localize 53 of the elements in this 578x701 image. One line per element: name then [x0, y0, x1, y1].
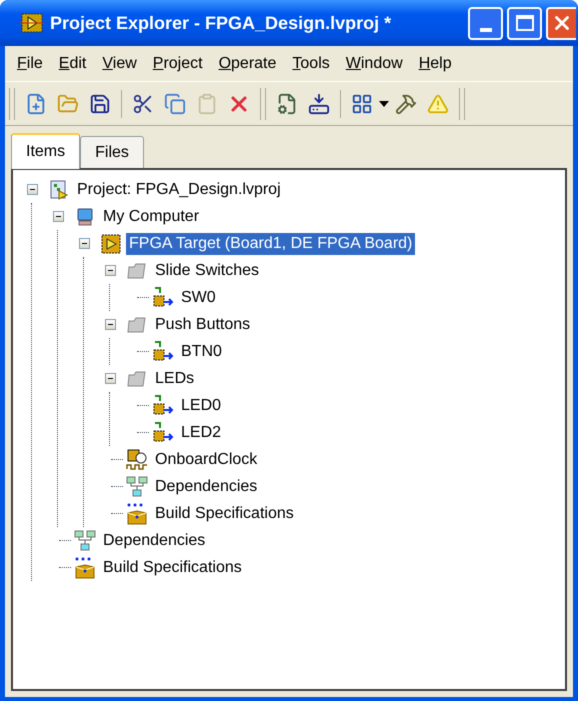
tree-item[interactable]: BTN0	[178, 340, 225, 362]
tree-item[interactable]: Build Specifications	[100, 556, 245, 578]
tree-item[interactable]: Project: FPGA_Design.lvproj	[74, 178, 284, 200]
io-chip-icon	[150, 286, 174, 310]
tree-item[interactable]: Dependencies	[152, 476, 260, 498]
tree-item[interactable]: OnboardClock	[152, 448, 260, 470]
folder-icon	[126, 314, 148, 334]
io-chip-icon	[150, 394, 174, 418]
tree-item[interactable]: FPGA Target (Board1, DE FPGA Board)	[126, 232, 416, 254]
chip-icon	[100, 232, 122, 254]
menu-item[interactable]: File	[9, 52, 51, 76]
menu-item[interactable]: Window	[338, 52, 411, 76]
clock-chip-icon	[124, 448, 148, 472]
collapse-toggle[interactable]	[78, 238, 90, 249]
menu-item[interactable]: Help	[410, 52, 460, 76]
caret-icon[interactable]	[379, 100, 389, 106]
collapse-toggle[interactable]	[104, 265, 116, 276]
menu-item[interactable]: View	[94, 52, 145, 76]
computer-icon	[74, 206, 94, 226]
folder-icon	[126, 368, 148, 388]
tree-item[interactable]: LEDs	[152, 368, 198, 390]
network-icon	[124, 474, 148, 498]
network-icon	[72, 528, 96, 552]
menu-item[interactable]: Operate	[210, 52, 284, 76]
collapse-toggle[interactable]	[104, 319, 116, 330]
io-chip-icon	[150, 420, 174, 444]
tree-item[interactable]: Build Specifications	[152, 502, 297, 524]
collapse-toggle[interactable]	[52, 211, 64, 222]
project-icon	[48, 180, 68, 200]
window-title: Project Explorer - FPGA_Design.lvproj *	[50, 12, 392, 35]
tree-item[interactable]: Push Buttons	[152, 314, 254, 336]
folder-icon	[126, 260, 148, 280]
tab[interactable]: Items	[11, 133, 80, 169]
tree-item[interactable]: Dependencies	[100, 530, 208, 552]
menu-item[interactable]: Project	[144, 52, 211, 76]
tree-item[interactable]: LED0	[178, 394, 224, 416]
tab[interactable]: Files	[80, 136, 144, 168]
box-icon	[72, 556, 96, 580]
close-button[interactable]	[546, 6, 576, 40]
tree-item[interactable]: Slide Switches	[152, 260, 262, 282]
maximize-button[interactable]	[507, 6, 542, 40]
menu-item[interactable]: Tools	[284, 52, 338, 76]
io-chip-icon	[150, 340, 174, 364]
scissors-icon	[132, 92, 154, 114]
minimize-button[interactable]	[468, 6, 503, 40]
menu-item[interactable]: Edit	[50, 52, 94, 76]
tree-item[interactable]: SW0	[178, 286, 219, 308]
collapse-toggle[interactable]	[26, 184, 38, 195]
box-icon	[124, 502, 148, 526]
app-icon	[20, 12, 44, 34]
tree-item[interactable]: My Computer	[100, 206, 202, 228]
collapse-toggle[interactable]	[104, 373, 116, 384]
tree-item[interactable]: LED2	[178, 422, 224, 444]
